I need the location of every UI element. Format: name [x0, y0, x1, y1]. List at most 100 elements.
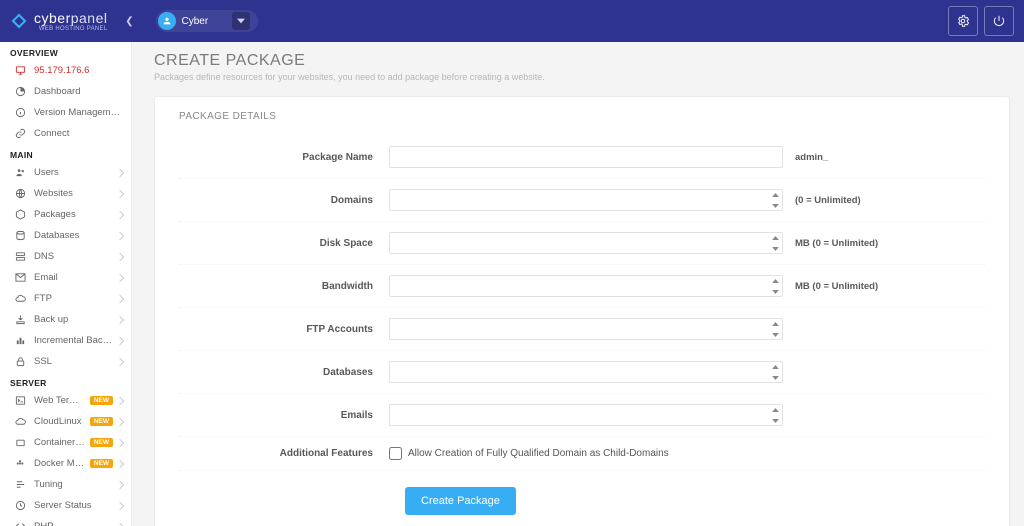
input-emails[interactable]	[389, 404, 783, 426]
cloud-icon	[14, 293, 26, 304]
sidebar-item-serverstatus[interactable]: Server Status	[0, 495, 131, 516]
chevron-right-icon	[116, 252, 124, 260]
sidebar-item-label: Server Status	[34, 500, 113, 511]
checkbox-label[interactable]: Allow Creation of Fully Qualified Domain…	[408, 448, 669, 459]
chevron-right-icon	[116, 396, 124, 404]
sidebar-item-incremental[interactable]: Incremental Back up	[0, 330, 131, 351]
chevron-right-icon	[116, 189, 124, 197]
sidebar-item-backup[interactable]: Back up	[0, 309, 131, 330]
brand: cyberpanel WEB HOSTING PANEL	[10, 10, 108, 32]
input-disk-space[interactable]	[389, 232, 783, 254]
chevron-right-icon	[116, 168, 124, 176]
email-icon	[14, 272, 26, 283]
input-ftp-accounts[interactable]	[389, 318, 783, 340]
users-icon	[14, 167, 26, 178]
label-bandwidth: Bandwidth	[179, 281, 389, 292]
input-databases[interactable]	[389, 361, 783, 383]
chevron-right-icon	[116, 501, 124, 509]
new-badge: NEW	[90, 459, 113, 468]
help-package-name: admin_	[795, 152, 828, 163]
chevron-right-icon	[116, 210, 124, 218]
input-package-name[interactable]	[389, 146, 783, 168]
sidebar-item-containerization[interactable]: Containerization NEW	[0, 432, 131, 453]
sidebar-item-websites[interactable]: Websites	[0, 183, 131, 204]
top-bar: cyberpanel WEB HOSTING PANEL ❮ Cyber	[0, 0, 1024, 42]
sidebar-item-docker[interactable]: Docker Manager NEW	[0, 453, 131, 474]
lock-icon	[14, 356, 26, 367]
row-disk-space: Disk Space MB (0 = Unlimited)	[179, 222, 985, 265]
sidebar-item-ftp[interactable]: FTP	[0, 288, 131, 309]
label-package-name: Package Name	[179, 152, 389, 163]
sidebar-collapse-button[interactable]: ❮	[122, 13, 138, 29]
user-menu[interactable]: Cyber	[156, 10, 259, 32]
section-main: MAIN	[0, 144, 131, 162]
label-domains: Domains	[179, 195, 389, 206]
sidebar-item-label: Version Management	[34, 107, 123, 118]
sidebar-item-label: Tuning	[34, 479, 113, 490]
sidebar-item-webterminal[interactable]: Web Terminal NEW	[0, 390, 131, 411]
row-additional: Additional Features Allow Creation of Fu…	[179, 437, 985, 471]
chevron-right-icon	[116, 294, 124, 302]
sidebar-item-email[interactable]: Email	[0, 267, 131, 288]
checkbox-child-domains[interactable]	[389, 447, 402, 460]
chevron-right-icon	[116, 315, 124, 323]
sidebar-item-cloudlinux[interactable]: CloudLinux NEW	[0, 411, 131, 432]
sidebar-item-dns[interactable]: DNS	[0, 246, 131, 267]
sidebar-item-packages[interactable]: Packages	[0, 204, 131, 225]
link-icon	[14, 128, 26, 139]
sidebar-item-tuning[interactable]: Tuning	[0, 474, 131, 495]
sidebar-item-label: Dashboard	[34, 86, 123, 97]
sidebar-item-dashboard[interactable]: Dashboard	[0, 81, 131, 102]
package-details-panel: PACKAGE DETAILS Package Name admin_ Doma…	[154, 96, 1010, 526]
page-subtitle: Packages define resources for your websi…	[154, 72, 1010, 82]
sidebar-item-label: Websites	[34, 188, 113, 199]
sidebar-item-ssl[interactable]: SSL	[0, 351, 131, 372]
input-domains[interactable]	[389, 189, 783, 211]
package-icon	[14, 209, 26, 220]
sidebar-item-databases[interactable]: Databases	[0, 225, 131, 246]
power-button[interactable]	[984, 6, 1014, 36]
section-server: SERVER	[0, 372, 131, 390]
chevron-right-icon	[116, 336, 124, 344]
chevron-right-icon	[116, 459, 124, 467]
sidebar-item-users[interactable]: Users	[0, 162, 131, 183]
chevron-right-icon	[116, 231, 124, 239]
sidebar-item-connect[interactable]: Connect	[0, 123, 131, 144]
dns-icon	[14, 251, 26, 262]
database-icon	[14, 230, 26, 241]
monitor-icon	[14, 65, 26, 76]
sidebar-item-ip[interactable]: 95.179.176.6	[0, 60, 131, 81]
brand-logo-icon	[10, 12, 28, 30]
section-overview: OVERVIEW	[0, 42, 131, 60]
chevron-right-icon	[116, 273, 124, 281]
sidebar-item-label: SSL	[34, 356, 113, 367]
dashboard-icon	[14, 86, 26, 97]
sidebar-item-label: Packages	[34, 209, 113, 220]
globe-icon	[14, 188, 26, 199]
label-emails: Emails	[179, 410, 389, 421]
create-package-button[interactable]: Create Package	[405, 487, 516, 515]
sidebar-item-php[interactable]: PHP	[0, 516, 131, 526]
info-icon	[14, 107, 26, 118]
sidebar-item-label: Incremental Back up	[34, 335, 113, 346]
input-bandwidth[interactable]	[389, 275, 783, 297]
new-badge: NEW	[90, 417, 113, 426]
sidebar-item-label: FTP	[34, 293, 113, 304]
incremental-backup-icon	[14, 335, 26, 346]
new-badge: NEW	[90, 438, 113, 447]
sidebar-item-label: Users	[34, 167, 113, 178]
chevron-right-icon	[116, 438, 124, 446]
sidebar-item-label: Email	[34, 272, 113, 283]
sidebar-item-label: Back up	[34, 314, 113, 325]
brand-subtitle: WEB HOSTING PANEL	[34, 26, 108, 32]
settings-button[interactable]	[948, 6, 978, 36]
sidebar-item-version[interactable]: Version Management	[0, 102, 131, 123]
user-avatar-icon	[158, 12, 176, 30]
panel-title: PACKAGE DETAILS	[179, 111, 985, 122]
sidebar-item-label: 95.179.176.6	[34, 65, 123, 76]
chevron-right-icon	[116, 480, 124, 488]
main-content: CREATE PACKAGE Packages define resources…	[132, 42, 1024, 526]
chevron-down-icon[interactable]	[232, 12, 250, 30]
chevron-right-icon	[116, 522, 124, 526]
sidebar-item-label: Databases	[34, 230, 113, 241]
